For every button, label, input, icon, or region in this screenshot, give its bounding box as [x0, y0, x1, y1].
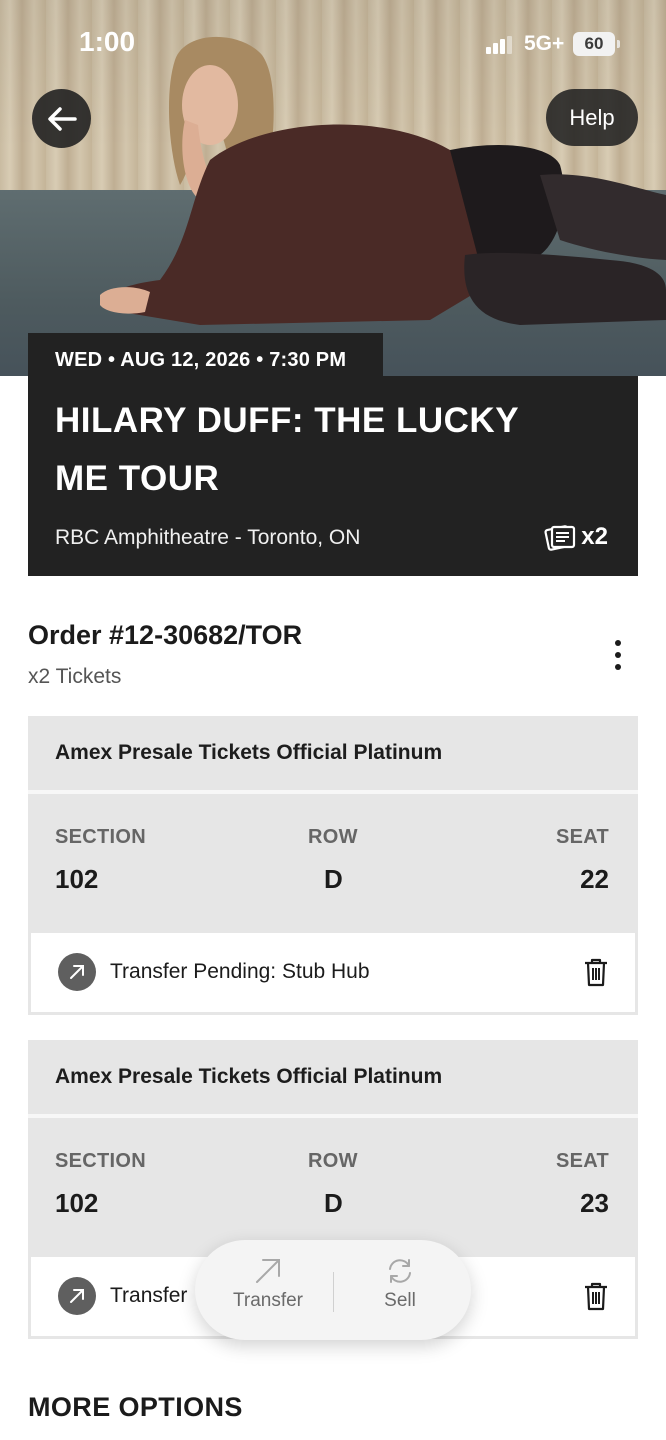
more-options-heading: MORE OPTIONS — [28, 1392, 243, 1422]
transfer-arrow-icon — [58, 1277, 96, 1315]
ticket-seat-info: SECTION ROW SEAT 102 D 23 — [28, 1118, 638, 1257]
order-number: Order #12-30682/TOR — [28, 620, 303, 650]
seat-value: 22 — [580, 864, 609, 894]
help-button[interactable]: Help — [546, 89, 638, 146]
event-hero-image: 1:00 5G+ 60 Help — [0, 0, 666, 376]
signal-icon — [486, 36, 512, 54]
network-type: 5G+ — [524, 32, 565, 55]
transfer-arrow-icon — [58, 953, 96, 991]
row-label: ROW — [308, 1150, 358, 1172]
trash-icon[interactable] — [583, 957, 609, 987]
transfer-button[interactable]: Transfer — [203, 1256, 333, 1312]
event-venue: RBC Amphitheatre - Toronto, ON — [55, 526, 361, 549]
more-menu-icon[interactable] — [608, 640, 628, 674]
battery-icon: 60 — [573, 32, 615, 56]
refresh-icon — [389, 1259, 411, 1283]
sell-label: Sell — [384, 1290, 416, 1311]
transfer-label: Transfer — [232, 1290, 304, 1311]
seat-label: SEAT — [555, 1150, 609, 1172]
section-value: 102 — [55, 864, 99, 894]
transfer-status: Transfer — [110, 1284, 188, 1307]
row-label: ROW — [308, 826, 358, 848]
section-value: 102 — [55, 1188, 99, 1218]
back-button[interactable] — [32, 89, 91, 148]
sell-button[interactable]: Sell — [335, 1256, 465, 1312]
event-title: HILARY DUFF: THE LUCKY ME TOUR — [55, 401, 519, 498]
ticket-action-pill: Transfer Sell — [195, 1240, 471, 1340]
seat-value: 23 — [580, 1188, 609, 1218]
status-time: 1:00 — [79, 26, 136, 57]
event-card: HILARY DUFF: THE LUCKY ME TOUR RBC Amphi… — [28, 376, 638, 576]
ticket-status-bar: Transfer Pending: Stub Hub — [28, 933, 638, 1015]
ticket-seat-info: SECTION ROW SEAT 102 D 22 — [28, 794, 638, 933]
ticket-count-badge: x2 — [543, 522, 608, 552]
transfer-arrow-icon — [256, 1259, 280, 1283]
event-date: WED • AUG 12, 2026 • 7:30 PM — [28, 333, 383, 377]
ticket-type: Amex Presale Tickets Official Platinum — [28, 716, 638, 794]
row-value: D — [324, 1188, 343, 1218]
row-value: D — [324, 864, 343, 894]
tickets-icon — [544, 525, 576, 551]
battery-cap — [617, 40, 620, 48]
arrow-left-icon — [47, 106, 77, 131]
status-bar: 1:00 5G+ 60 — [0, 0, 666, 90]
ticket-card[interactable]: Amex Presale Tickets Official Platinum S… — [28, 716, 638, 1015]
ticket-count-text: x2 — [581, 523, 608, 550]
transfer-status: Transfer Pending: Stub Hub — [110, 960, 370, 983]
pill-divider — [333, 1272, 334, 1312]
seat-label: SEAT — [555, 826, 609, 848]
trash-icon[interactable] — [583, 1281, 609, 1311]
order-ticket-count: x2 Tickets — [28, 665, 122, 688]
ticket-type: Amex Presale Tickets Official Platinum — [28, 1040, 638, 1118]
section-label: SECTION — [55, 826, 146, 848]
section-label: SECTION — [55, 1150, 146, 1172]
